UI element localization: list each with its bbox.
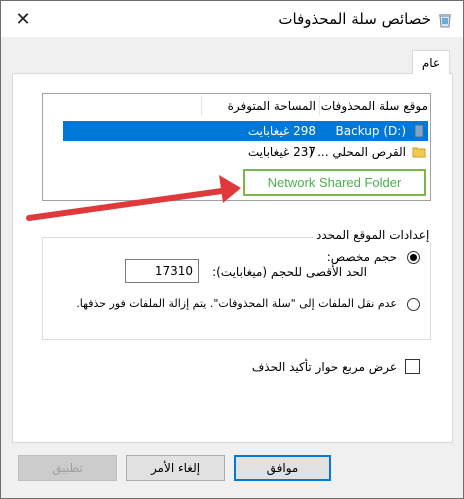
- list-item-local-disk[interactable]: القرص المحلي ... ( 237 غيغابايت: [63, 142, 428, 162]
- tab-general-label: عام: [421, 55, 441, 70]
- max-size-label: الحد الأقصى للحجم (ميغابايت):: [212, 265, 367, 279]
- close-button[interactable]: ✕: [1, 1, 45, 37]
- no-recycle-radio[interactable]: [407, 298, 420, 311]
- ok-button-label: موافق: [266, 461, 299, 475]
- apply-button[interactable]: تطبيق: [18, 455, 117, 481]
- title-bar: خصائص سلة المحذوفات ✕: [1, 1, 463, 37]
- custom-size-radio[interactable]: [407, 251, 420, 264]
- column-header-space[interactable]: المساحة المتوفرة: [212, 99, 316, 113]
- column-header-location[interactable]: موقع سلة المحذوفات: [320, 99, 428, 113]
- close-icon: ✕: [15, 8, 31, 30]
- folder-icon: [412, 145, 426, 159]
- cancel-button-label: إلغاء الأمر: [150, 461, 201, 475]
- list-item-drive-d[interactable]: Backup (D:) 298 غيغابايت: [63, 121, 428, 141]
- network-shared-folder-callout: Network Shared Folder: [243, 169, 426, 196]
- recycle-bin-properties-window: خصائص سلة المحذوفات ✕ عام موقع سلة المحذ…: [0, 0, 464, 499]
- drive-icon: [412, 124, 426, 138]
- window-title: خصائص سلة المحذوفات: [278, 10, 431, 28]
- max-size-input[interactable]: 17310: [125, 259, 199, 283]
- column-divider: [319, 96, 320, 116]
- available-space: 298 غيغابايت: [247, 124, 316, 138]
- available-space: 237 غيغابايت: [247, 145, 316, 159]
- tab-general[interactable]: عام: [412, 50, 450, 74]
- recycle-bin-icon: [437, 12, 453, 28]
- apply-button-label: تطبيق: [52, 461, 83, 475]
- group-title: إعدادات الموقع المحدد: [313, 228, 433, 242]
- ok-button[interactable]: موافق: [234, 455, 331, 481]
- custom-size-label: حجم مخصص:: [326, 250, 397, 264]
- no-recycle-label: عدم نقل الملفات إلى "سلة المحذوفات". يتم…: [76, 297, 397, 310]
- location-name: القرص المحلي ... (: [308, 145, 406, 159]
- location-name: Backup (D:): [335, 124, 406, 138]
- column-divider: [201, 96, 202, 116]
- cancel-button[interactable]: إلغاء الأمر: [126, 455, 225, 481]
- confirm-delete-label: عرض مربع حوار تأكيد الحذف: [251, 360, 397, 374]
- list-header: موقع سلة المحذوفات المساحة المتوفرة: [43, 94, 430, 118]
- confirm-delete-checkbox[interactable]: [405, 359, 420, 374]
